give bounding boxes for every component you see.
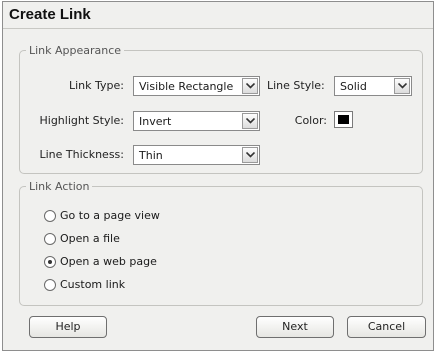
radio-label: Custom link bbox=[60, 278, 126, 291]
radio-button[interactable] bbox=[44, 233, 56, 245]
chevron-down-icon[interactable] bbox=[242, 113, 258, 129]
radio-button[interactable] bbox=[44, 256, 56, 268]
dialog-title: Create Link bbox=[9, 6, 91, 23]
chevron-down-icon[interactable] bbox=[242, 147, 258, 163]
highlight-style-label: Highlight Style: bbox=[39, 114, 125, 127]
radio-label: Open a web page bbox=[60, 255, 157, 268]
cancel-button[interactable]: Cancel bbox=[347, 316, 426, 338]
highlight-style-select[interactable]: Invert bbox=[133, 111, 260, 131]
radio-button[interactable] bbox=[44, 210, 56, 222]
radio-button[interactable] bbox=[44, 279, 56, 291]
line-style-label: Line Style: bbox=[267, 79, 325, 92]
link-type-label: Link Type: bbox=[69, 79, 124, 92]
chevron-down-icon[interactable] bbox=[394, 78, 410, 94]
color-label: Color: bbox=[294, 114, 327, 127]
create-link-dialog: Create Link Link Appearance Link Type: V… bbox=[2, 1, 434, 351]
line-style-select[interactable]: Solid bbox=[334, 76, 412, 96]
radio-selected-dot bbox=[48, 260, 52, 264]
link-action-legend: Link Action bbox=[29, 180, 90, 193]
color-picker-button[interactable] bbox=[334, 111, 353, 128]
link-appearance-legend: Link Appearance bbox=[29, 44, 122, 57]
help-button[interactable]: Help bbox=[29, 316, 107, 338]
link-type-select[interactable]: Visible Rectangle bbox=[133, 76, 260, 96]
color-swatch bbox=[338, 115, 349, 124]
radio-label: Open a file bbox=[60, 232, 120, 245]
link-type-value: Visible Rectangle bbox=[139, 80, 234, 93]
radio-label: Go to a page view bbox=[60, 209, 160, 222]
line-thickness-select[interactable]: Thin bbox=[133, 145, 260, 165]
chevron-down-icon[interactable] bbox=[242, 78, 258, 94]
title-divider bbox=[3, 28, 433, 29]
next-button[interactable]: Next bbox=[256, 316, 334, 338]
line-style-value: Solid bbox=[340, 80, 367, 93]
line-thickness-value: Thin bbox=[139, 149, 163, 162]
highlight-style-value: Invert bbox=[139, 115, 172, 128]
line-thickness-label: Line Thickness: bbox=[39, 148, 125, 161]
